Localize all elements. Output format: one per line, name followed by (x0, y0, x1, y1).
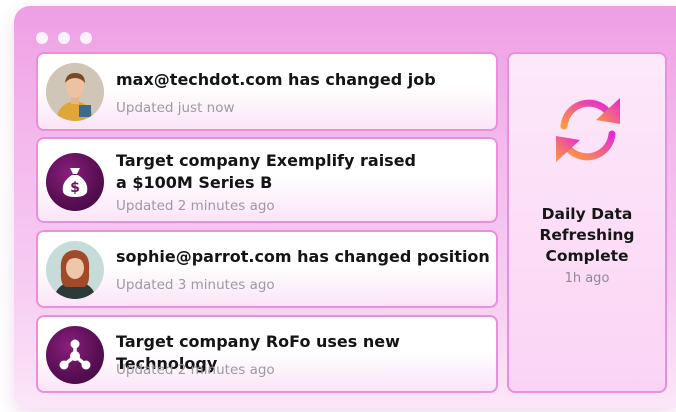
feed-item-timestamp: Updated just now (116, 100, 235, 116)
status-title-line: Refreshing (539, 226, 635, 244)
feed-item[interactable]: sophie@parrot.com has changed position U… (36, 230, 498, 308)
window-controls (36, 32, 92, 44)
feed-item[interactable]: max@techdot.com has changed job Updated … (36, 52, 498, 131)
feed-item-timestamp: Updated 3 minutes ago (116, 277, 275, 293)
feed-item-timestamp: Updated 2 minutes ago (116, 362, 275, 378)
title-line: Target company Exemplify raised (116, 151, 417, 170)
window-dot-maximize[interactable] (80, 32, 92, 44)
window-dot-close[interactable] (36, 32, 48, 44)
svg-text:$: $ (70, 180, 80, 196)
money-bag-icon: $ (46, 153, 104, 211)
data-refresh-status-panel: Daily Data Refreshing Complete 1h ago (507, 52, 667, 393)
refresh-icon (550, 92, 626, 168)
network-icon (46, 326, 104, 384)
status-title-line: Complete (545, 247, 629, 265)
feed-item-title: max@techdot.com has changed job (116, 70, 436, 89)
window-dot-minimize[interactable] (58, 32, 70, 44)
avatar (46, 63, 104, 121)
feed-item-title: Target company Exemplify raised a $100M … (116, 150, 416, 194)
title-line: a $100M Series B (116, 173, 273, 192)
feed-item[interactable]: $ Target company Exemplify raised a $100… (36, 137, 498, 223)
status-timestamp: 1h ago (564, 271, 610, 286)
avatar (46, 241, 104, 299)
feed-item-timestamp: Updated 2 minutes ago (116, 198, 275, 214)
status-title-line: Daily Data (541, 205, 633, 223)
feed-item-title: sophie@parrot.com has changed position (116, 247, 490, 266)
status-title: Daily Data Refreshing Complete (509, 204, 665, 267)
feed-item[interactable]: Target company RoFo uses new Technology … (36, 315, 498, 393)
